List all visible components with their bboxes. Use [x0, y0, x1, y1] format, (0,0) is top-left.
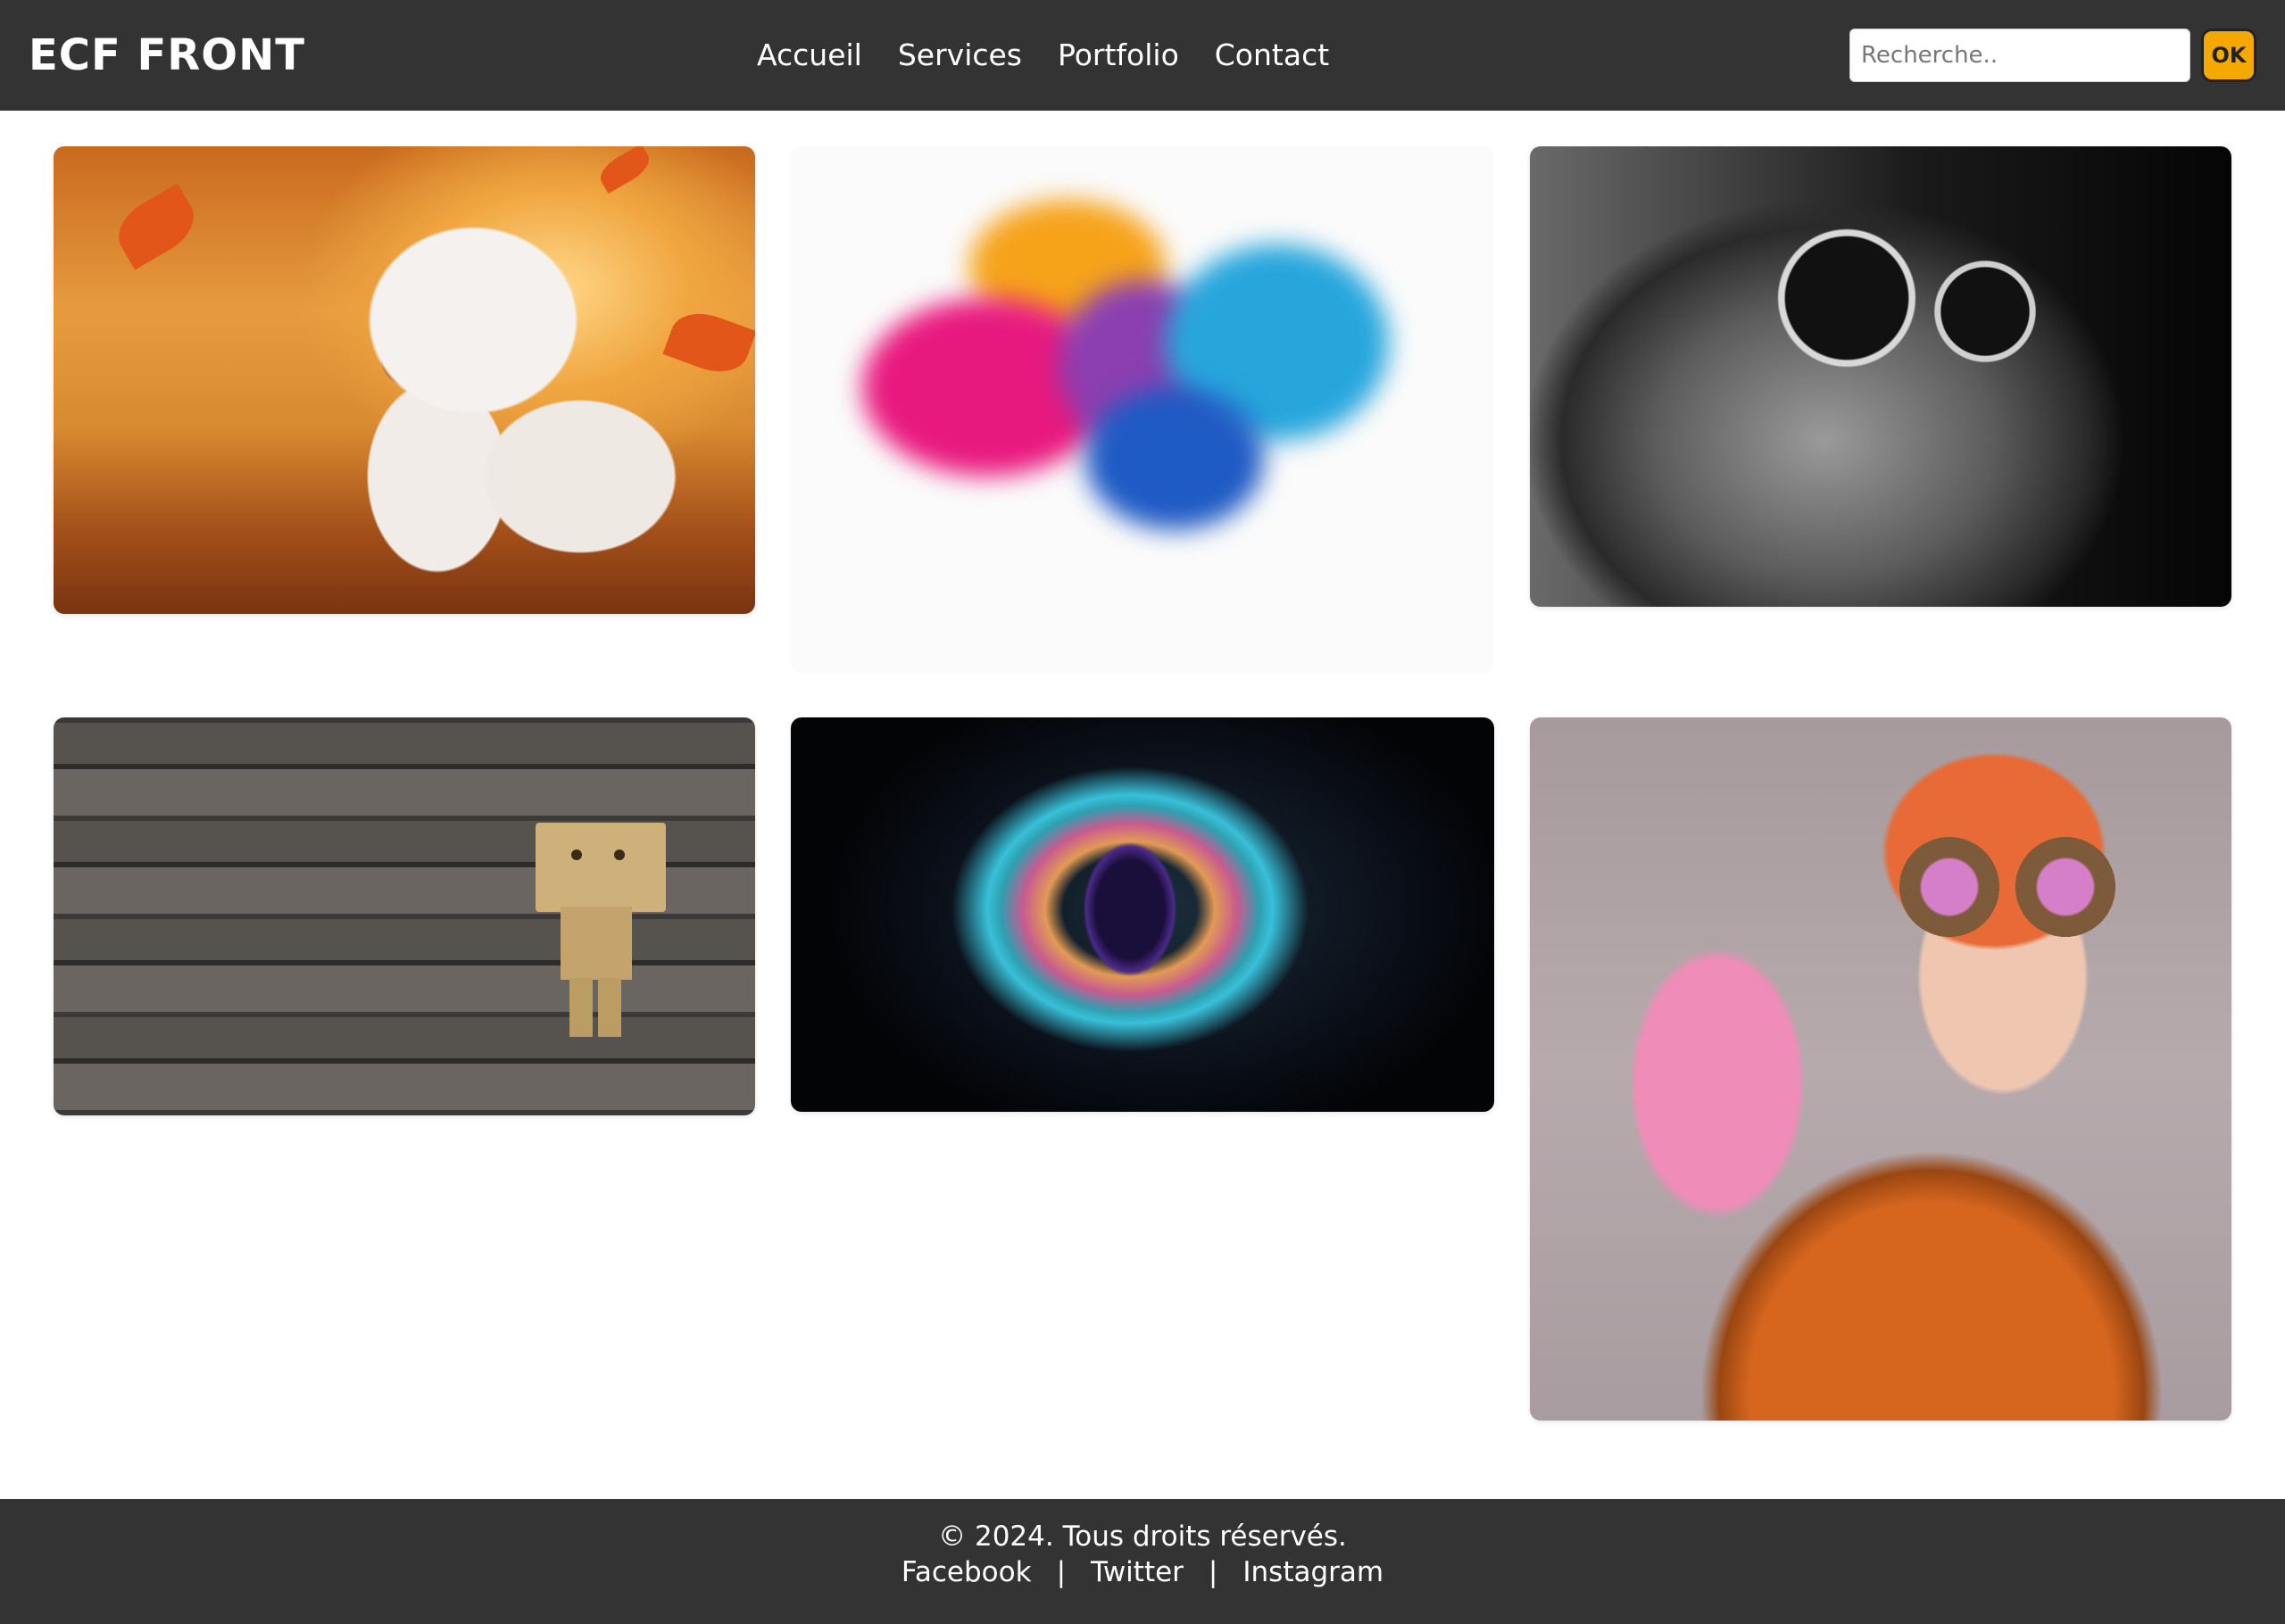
gallery-image-color-powder[interactable]	[791, 146, 1494, 673]
link-separator: |	[1056, 1556, 1067, 1588]
leaf-decoration	[594, 146, 655, 194]
nav-link-accueil[interactable]: Accueil	[757, 30, 862, 80]
nav-link-portfolio[interactable]: Portfolio	[1058, 30, 1179, 80]
gallery-image-fox[interactable]	[54, 146, 755, 614]
danbo-head	[536, 823, 666, 912]
gallery-image-steampunk-portrait[interactable]	[1530, 717, 2231, 1421]
footer-link-instagram[interactable]: Instagram	[1242, 1554, 1383, 1590]
link-separator: |	[1208, 1556, 1218, 1588]
copyright-text: © 2024. Tous droits réservés.	[938, 1520, 1347, 1553]
leaf-decoration	[108, 183, 204, 270]
nav-link-services[interactable]: Services	[898, 30, 1022, 80]
gallery-image-iridescent-eye[interactable]	[791, 717, 1494, 1112]
site-logo[interactable]: ECF FRONT	[29, 27, 305, 84]
site-footer: © 2024. Tous droits réservés. Facebook |…	[0, 1499, 2285, 1624]
gallery-image-cat-sunglasses[interactable]	[1530, 146, 2231, 607]
search-submit-button[interactable]: OK	[2201, 29, 2256, 82]
search-input[interactable]	[1849, 29, 2190, 82]
danbo-body	[561, 907, 632, 980]
danbo-leg	[569, 978, 593, 1037]
leaf-decoration	[662, 303, 755, 382]
footer-link-twitter[interactable]: Twitter	[1091, 1554, 1184, 1590]
main-nav: Accueil Services Portfolio Contact	[757, 30, 1329, 80]
danbo-eye	[614, 849, 625, 860]
footer-link-facebook[interactable]: Facebook	[902, 1554, 1032, 1590]
nav-link-contact[interactable]: Contact	[1215, 30, 1329, 80]
site-header: ECF FRONT Accueil Services Portfolio Con…	[0, 0, 2285, 111]
gallery-image-danbo[interactable]	[54, 717, 755, 1115]
danbo-eye	[571, 849, 582, 860]
powder-blue	[1085, 387, 1264, 530]
social-links: Facebook | Twitter | Instagram	[0, 1554, 2285, 1590]
danbo-leg	[598, 978, 621, 1037]
